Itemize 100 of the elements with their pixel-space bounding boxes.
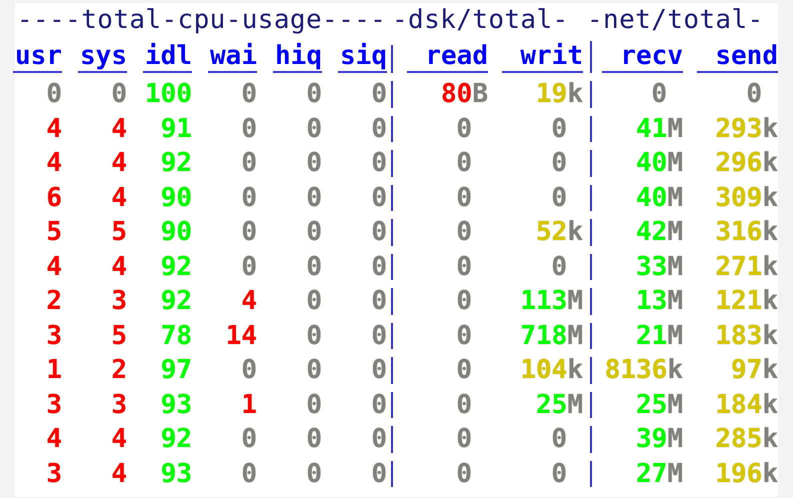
table-cell-text: 8136k bbox=[604, 354, 683, 388]
table-cell-text: 25M bbox=[536, 388, 583, 422]
table-cell-text: 718M bbox=[520, 320, 583, 353]
column-header: send bbox=[697, 41, 778, 73]
table-cell-text: 0 bbox=[241, 423, 257, 456]
table-cell-text: 0 bbox=[241, 216, 257, 250]
table-cell-text: 309k bbox=[715, 182, 778, 215]
table-cell-text: 0 bbox=[241, 458, 257, 491]
table-cell-text: 0 bbox=[306, 458, 322, 491]
table-cell-text: 0 bbox=[551, 147, 567, 180]
table-cell-text: 97 bbox=[160, 354, 192, 388]
table-cell-text: 25M bbox=[636, 388, 683, 422]
table-cell-text: 27M bbox=[636, 458, 683, 491]
column-header: idl bbox=[143, 41, 192, 73]
table-cell-text: 19k bbox=[536, 78, 583, 112]
table-cell-text: 0 bbox=[456, 320, 472, 353]
table-cell-text: 0 bbox=[551, 250, 567, 284]
table-cell-text: 4 bbox=[111, 423, 127, 456]
table-cell-text: 0 bbox=[371, 112, 387, 146]
table-cell-text: 0 bbox=[306, 147, 322, 180]
table-cell-text: 4 bbox=[46, 423, 62, 456]
table-cell-text: 293k bbox=[715, 112, 778, 146]
table-cell-text: 0 bbox=[746, 78, 762, 112]
column-header: hiq bbox=[273, 41, 322, 73]
table-cell-text: 0 bbox=[371, 320, 387, 353]
table-cell-text: 1 bbox=[46, 354, 62, 388]
table-cell-text: 42M bbox=[636, 216, 683, 250]
table-cell-text: 80B bbox=[441, 78, 488, 112]
table-cell-text: 0 bbox=[651, 78, 667, 112]
table-cell-text: 3 bbox=[46, 320, 62, 353]
table-cell-text: 4 bbox=[111, 112, 127, 146]
table-cell-text: 4 bbox=[111, 458, 127, 491]
table-cell-text: 5 bbox=[111, 320, 127, 353]
table-cell-text: 4 bbox=[46, 250, 62, 284]
table-cell-text: 4 bbox=[111, 182, 127, 215]
table-cell-text: 0 bbox=[456, 216, 472, 250]
table-cell-text: 0 bbox=[456, 250, 472, 284]
table-cell-text: 0 bbox=[456, 147, 472, 180]
column-header: siq bbox=[338, 41, 387, 73]
table-cell-text: 296k bbox=[715, 147, 778, 180]
table-cell-text: 0 bbox=[456, 112, 472, 146]
table-cell-text: 2 bbox=[46, 285, 62, 318]
table-cell-text: 39M bbox=[636, 423, 683, 456]
table-cell-text: 0 bbox=[371, 216, 387, 250]
table-cell-text: 2 bbox=[111, 354, 127, 388]
table-cell-text: 40M bbox=[636, 182, 683, 215]
table-cell-text: 0 bbox=[371, 147, 387, 180]
table-cell-text: 0 bbox=[456, 388, 472, 422]
table-cell-text: 0 bbox=[306, 182, 322, 215]
table-cell-text: 93 bbox=[160, 458, 192, 491]
table-cell-text: 113M bbox=[520, 285, 583, 318]
table-cell-text: 92 bbox=[160, 285, 192, 318]
table-cell-text: 92 bbox=[160, 147, 192, 180]
table-cell-text: 0 bbox=[551, 423, 567, 456]
table-cell-text: 97k bbox=[731, 354, 778, 388]
table-cell-text: 271k bbox=[715, 250, 778, 284]
table-cell-text: 33M bbox=[636, 250, 683, 284]
table-cell-text: 91 bbox=[160, 112, 192, 146]
table-cell-text: 92 bbox=[160, 250, 192, 284]
column-header: sys bbox=[78, 41, 127, 73]
table-cell-text: 0 bbox=[306, 250, 322, 284]
table-cell-text: 0 bbox=[241, 147, 257, 180]
table-cell-text: 121k bbox=[715, 285, 778, 318]
table-cell-text: 0 bbox=[456, 423, 472, 456]
table-cell-text: 3 bbox=[111, 388, 127, 422]
table-cell-text: 0 bbox=[111, 78, 127, 112]
table-cell-text: 4 bbox=[111, 250, 127, 284]
table-cell-text: 52k bbox=[536, 216, 583, 250]
table-cell-text: 0 bbox=[306, 285, 322, 318]
table-cell-text: 1 bbox=[241, 388, 257, 422]
table-cell-text: 0 bbox=[241, 182, 257, 215]
column-header: writ bbox=[502, 41, 583, 73]
table-cell-text: 183k bbox=[715, 320, 778, 353]
table-cell-text: 0 bbox=[456, 458, 472, 491]
table-cell-text: 4 bbox=[241, 285, 257, 318]
column-header: read bbox=[407, 41, 488, 73]
section-title: -dsk/total- bbox=[391, 4, 570, 37]
column-header: recv bbox=[602, 41, 683, 73]
section-title: -net/total- bbox=[586, 4, 765, 37]
table-cell-text: 0 bbox=[306, 354, 322, 388]
table-cell-text: 0 bbox=[371, 285, 387, 318]
table-cell-text: 0 bbox=[551, 112, 567, 146]
table-cell-text: 3 bbox=[46, 388, 62, 422]
table-cell-text: 0 bbox=[456, 285, 472, 318]
table-cell-text: 0 bbox=[371, 250, 387, 284]
table-cell-text: 3 bbox=[111, 285, 127, 318]
table-cell-text: 0 bbox=[551, 458, 567, 491]
table-cell-text: 104k bbox=[520, 354, 583, 388]
table-cell-text: 0 bbox=[371, 423, 387, 456]
table-cell-text: 4 bbox=[111, 147, 127, 180]
table-cell-text: 0 bbox=[371, 388, 387, 422]
table-cell-text: 0 bbox=[371, 458, 387, 491]
table-cell-text: 0 bbox=[241, 354, 257, 388]
table-cell-text: 0 bbox=[46, 78, 62, 112]
table-cell-text: 21M bbox=[636, 320, 683, 353]
table-cell-text: 3 bbox=[46, 458, 62, 491]
table-cell-text: 78 bbox=[160, 320, 192, 353]
table-cell-text: 5 bbox=[111, 216, 127, 250]
table-cell-text: 0 bbox=[241, 250, 257, 284]
table-cell-text: 0 bbox=[241, 112, 257, 146]
